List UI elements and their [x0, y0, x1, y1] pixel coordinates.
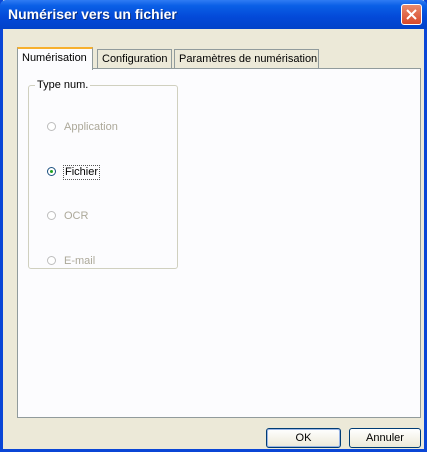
title-bar[interactable]: Numériser vers un fichier: [0, 0, 427, 29]
tab-configuration[interactable]: Configuration: [97, 49, 172, 69]
radio-label: Fichier: [63, 165, 101, 180]
group-title: Type num.: [37, 79, 89, 91]
tab-numerisation[interactable]: Numérisation: [17, 47, 93, 70]
ok-button[interactable]: OK: [266, 428, 341, 448]
dialog-window: Numériser vers un fichier Numérisation C…: [0, 0, 427, 452]
radio-label: E-mail: [64, 255, 96, 267]
radio-button-icon: [47, 256, 56, 265]
radio-button-icon: [47, 122, 56, 131]
radio-label: Application: [64, 121, 118, 133]
tab-parametres-numerisation[interactable]: Paramètres de numérisation: [174, 49, 319, 69]
window-title: Numériser vers un fichier: [8, 6, 177, 22]
close-icon: [406, 9, 417, 20]
cancel-button[interactable]: Annuler: [349, 428, 421, 448]
scan-type-group: Type num. Application Fichier OCR E-mail: [28, 79, 178, 269]
radio-button-selected-icon: [47, 167, 56, 176]
tab-panel: Type num. Application Fichier OCR E-mail: [17, 68, 421, 418]
close-button[interactable]: [401, 4, 422, 25]
radio-button-icon: [47, 211, 56, 220]
radio-label: OCR: [64, 210, 89, 222]
